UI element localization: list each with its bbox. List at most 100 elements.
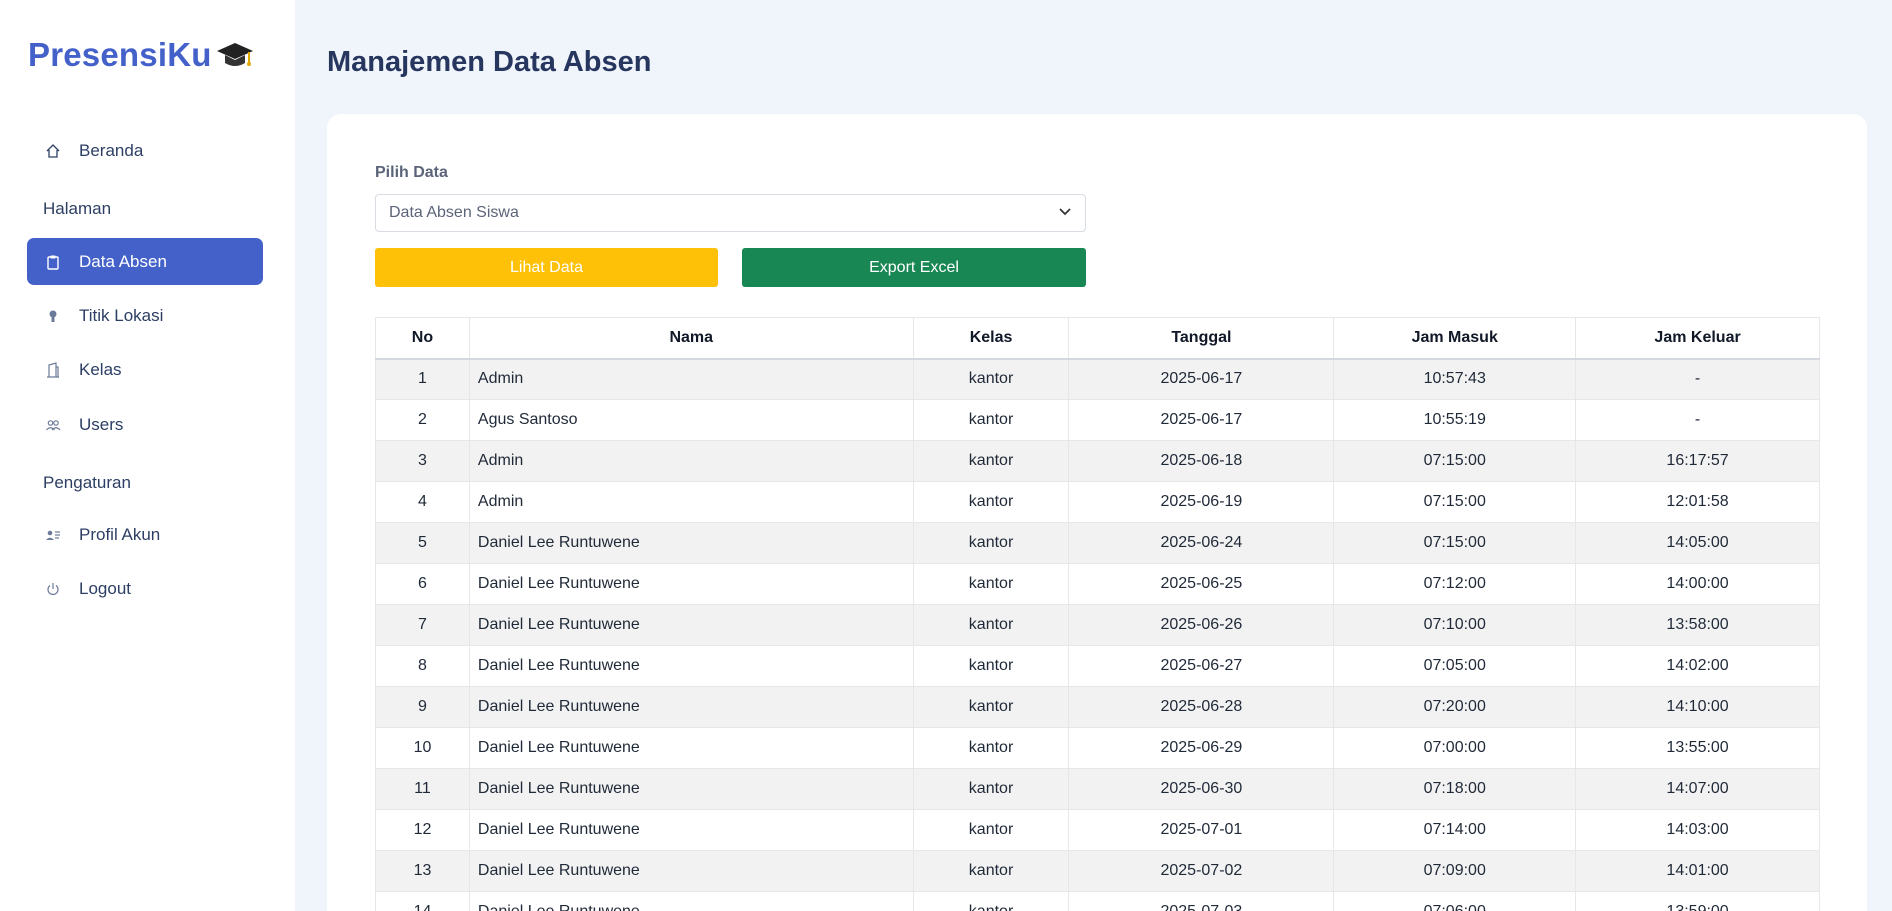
power-icon bbox=[43, 579, 63, 599]
select-value: Data Absen Siswa bbox=[389, 204, 519, 221]
profile-card-icon bbox=[43, 525, 63, 545]
row-name: Daniel Lee Runtuwene bbox=[468, 768, 914, 810]
content-card: Pilih Data Data Absen Siswa Lihat Data E… bbox=[327, 114, 1867, 911]
table-row: 10 Daniel Lee Runtuwene kantor 2025-06-29 07… bbox=[375, 727, 1820, 769]
row-name: Agus Santoso bbox=[468, 399, 914, 441]
row-check-in: 07:05:00 bbox=[1333, 645, 1577, 687]
column-header[interactable]: Jam Masuk bbox=[1333, 317, 1577, 360]
row-date: 2025-06-24 bbox=[1068, 522, 1335, 564]
row-name: Daniel Lee Runtuwene bbox=[468, 850, 914, 892]
row-class: kantor bbox=[912, 645, 1070, 687]
row-date: 2025-06-19 bbox=[1068, 481, 1335, 523]
row-date: 2025-06-28 bbox=[1068, 686, 1335, 728]
row-name: Admin bbox=[468, 481, 914, 523]
table-row: 3 Admin kantor 2025-06-18 07:15:00 16:17:57 bbox=[375, 440, 1820, 482]
sidebar-item-label: Beranda bbox=[79, 140, 144, 160]
row-class: kantor bbox=[912, 440, 1070, 482]
row-date: 2025-07-02 bbox=[1068, 850, 1335, 892]
row-name: Daniel Lee Runtuwene bbox=[468, 686, 914, 728]
row-class: kantor bbox=[912, 399, 1070, 441]
row-class: kantor bbox=[912, 809, 1070, 851]
sidebar-item-users[interactable]: Users bbox=[27, 401, 263, 448]
table-row: 12 Daniel Lee Runtuwene kantor 2025-07-01 07… bbox=[375, 809, 1820, 851]
row-check-out: 14:07:00 bbox=[1575, 768, 1820, 810]
table-row: 5 Daniel Lee Runtuwene kantor 2025-06-24 07:… bbox=[375, 522, 1820, 564]
row-check-out: 16:17:57 bbox=[1575, 440, 1820, 482]
clipboard-icon bbox=[43, 252, 63, 272]
row-number: 5 bbox=[375, 522, 470, 564]
row-name: Daniel Lee Runtuwene bbox=[468, 522, 914, 564]
row-name: Daniel Lee Runtuwene bbox=[468, 891, 914, 911]
column-header[interactable]: Tanggal bbox=[1068, 317, 1335, 360]
table-row: 8 Daniel Lee Runtuwene kantor 2025-06-27 07:… bbox=[375, 645, 1820, 687]
row-check-in: 07:12:00 bbox=[1333, 563, 1577, 605]
row-number: 3 bbox=[375, 440, 470, 482]
table-row: 4 Admin kantor 2025-06-19 07:15:00 12:01:58 bbox=[375, 481, 1820, 523]
sidebar-item-label: Kelas bbox=[79, 359, 122, 379]
table-header-row: No Nama Kelas Tanggal Jam Masuk Jam Kelu… bbox=[375, 317, 1820, 360]
view-data-button[interactable]: Lihat Data bbox=[375, 248, 718, 287]
row-check-out: 14:10:00 bbox=[1575, 686, 1820, 728]
row-check-in: 07:20:00 bbox=[1333, 686, 1577, 728]
row-class: kantor bbox=[912, 850, 1070, 892]
data-type-select[interactable]: Data Absen Siswa bbox=[375, 194, 1086, 232]
graduation-cap-icon bbox=[216, 39, 254, 71]
row-date: 2025-06-29 bbox=[1068, 727, 1335, 769]
row-class: kantor bbox=[912, 768, 1070, 810]
row-class: kantor bbox=[912, 563, 1070, 605]
brand-name: PresensiKu bbox=[28, 36, 212, 73]
row-name: Daniel Lee Runtuwene bbox=[468, 604, 914, 646]
row-check-out: - bbox=[1575, 358, 1820, 400]
sidebar-item-data-absen[interactable]: Data Absen bbox=[27, 238, 263, 285]
row-check-in: 07:10:00 bbox=[1333, 604, 1577, 646]
row-number: 11 bbox=[375, 768, 470, 810]
column-header[interactable]: Nama bbox=[468, 317, 914, 360]
column-header[interactable]: No bbox=[375, 317, 470, 360]
row-check-out: - bbox=[1575, 399, 1820, 441]
row-number: 1 bbox=[375, 358, 470, 400]
row-number: 7 bbox=[375, 604, 470, 646]
row-check-out: 13:55:00 bbox=[1575, 727, 1820, 769]
sidebar: PresensiKu Beranda Halaman Data Absen Ti… bbox=[0, 0, 295, 911]
row-check-in: 07:15:00 bbox=[1333, 481, 1577, 523]
row-number: 6 bbox=[375, 563, 470, 605]
row-check-out: 14:00:00 bbox=[1575, 563, 1820, 605]
users-icon bbox=[43, 415, 63, 435]
row-name: Admin bbox=[468, 440, 914, 482]
row-check-out: 13:59:00 bbox=[1575, 891, 1820, 911]
row-date: 2025-06-27 bbox=[1068, 645, 1335, 687]
attendance-table: No Nama Kelas Tanggal Jam Masuk Jam Kelu… bbox=[375, 317, 1820, 911]
column-header[interactable]: Jam Keluar bbox=[1575, 317, 1820, 360]
sidebar-item-kelas[interactable]: Kelas bbox=[27, 346, 263, 393]
row-date: 2025-06-17 bbox=[1068, 358, 1335, 400]
section-halaman: Halaman bbox=[43, 199, 112, 218]
row-number: 14 bbox=[375, 891, 470, 911]
column-header[interactable]: Kelas bbox=[912, 317, 1070, 360]
table-row: 7 Daniel Lee Runtuwene kantor 2025-06-26 07:… bbox=[375, 604, 1820, 646]
sidebar-item-beranda[interactable]: Beranda bbox=[27, 127, 263, 174]
row-name: Daniel Lee Runtuwene bbox=[468, 809, 914, 851]
row-date: 2025-06-17 bbox=[1068, 399, 1335, 441]
sidebar-item-titik-lokasi[interactable]: Titik Lokasi bbox=[27, 292, 263, 339]
table-row: 11 Daniel Lee Runtuwene kantor 2025-06-30 07… bbox=[375, 768, 1820, 810]
row-date: 2025-07-03 bbox=[1068, 891, 1335, 911]
sidebar-item-label: Data Absen bbox=[79, 251, 167, 271]
row-class: kantor bbox=[912, 686, 1070, 728]
row-check-in: 07:06:00 bbox=[1333, 891, 1577, 911]
row-class: kantor bbox=[912, 891, 1070, 911]
row-name: Admin bbox=[468, 358, 914, 400]
row-date: 2025-06-18 bbox=[1068, 440, 1335, 482]
row-check-out: 14:01:00 bbox=[1575, 850, 1820, 892]
home-icon bbox=[43, 141, 63, 161]
sidebar-item-logout[interactable]: Logout bbox=[27, 565, 263, 612]
row-check-in: 07:15:00 bbox=[1333, 440, 1577, 482]
row-number: 9 bbox=[375, 686, 470, 728]
sidebar-item-profil-akun[interactable]: Profil Akun bbox=[27, 511, 263, 558]
row-check-in: 07:15:00 bbox=[1333, 522, 1577, 564]
row-check-out: 14:05:00 bbox=[1575, 522, 1820, 564]
brand-logo[interactable]: PresensiKu bbox=[28, 36, 254, 74]
sidebar-item-label: Titik Lokasi bbox=[79, 305, 164, 325]
export-excel-button[interactable]: Export Excel bbox=[742, 248, 1086, 287]
row-number: 8 bbox=[375, 645, 470, 687]
row-number: 4 bbox=[375, 481, 470, 523]
